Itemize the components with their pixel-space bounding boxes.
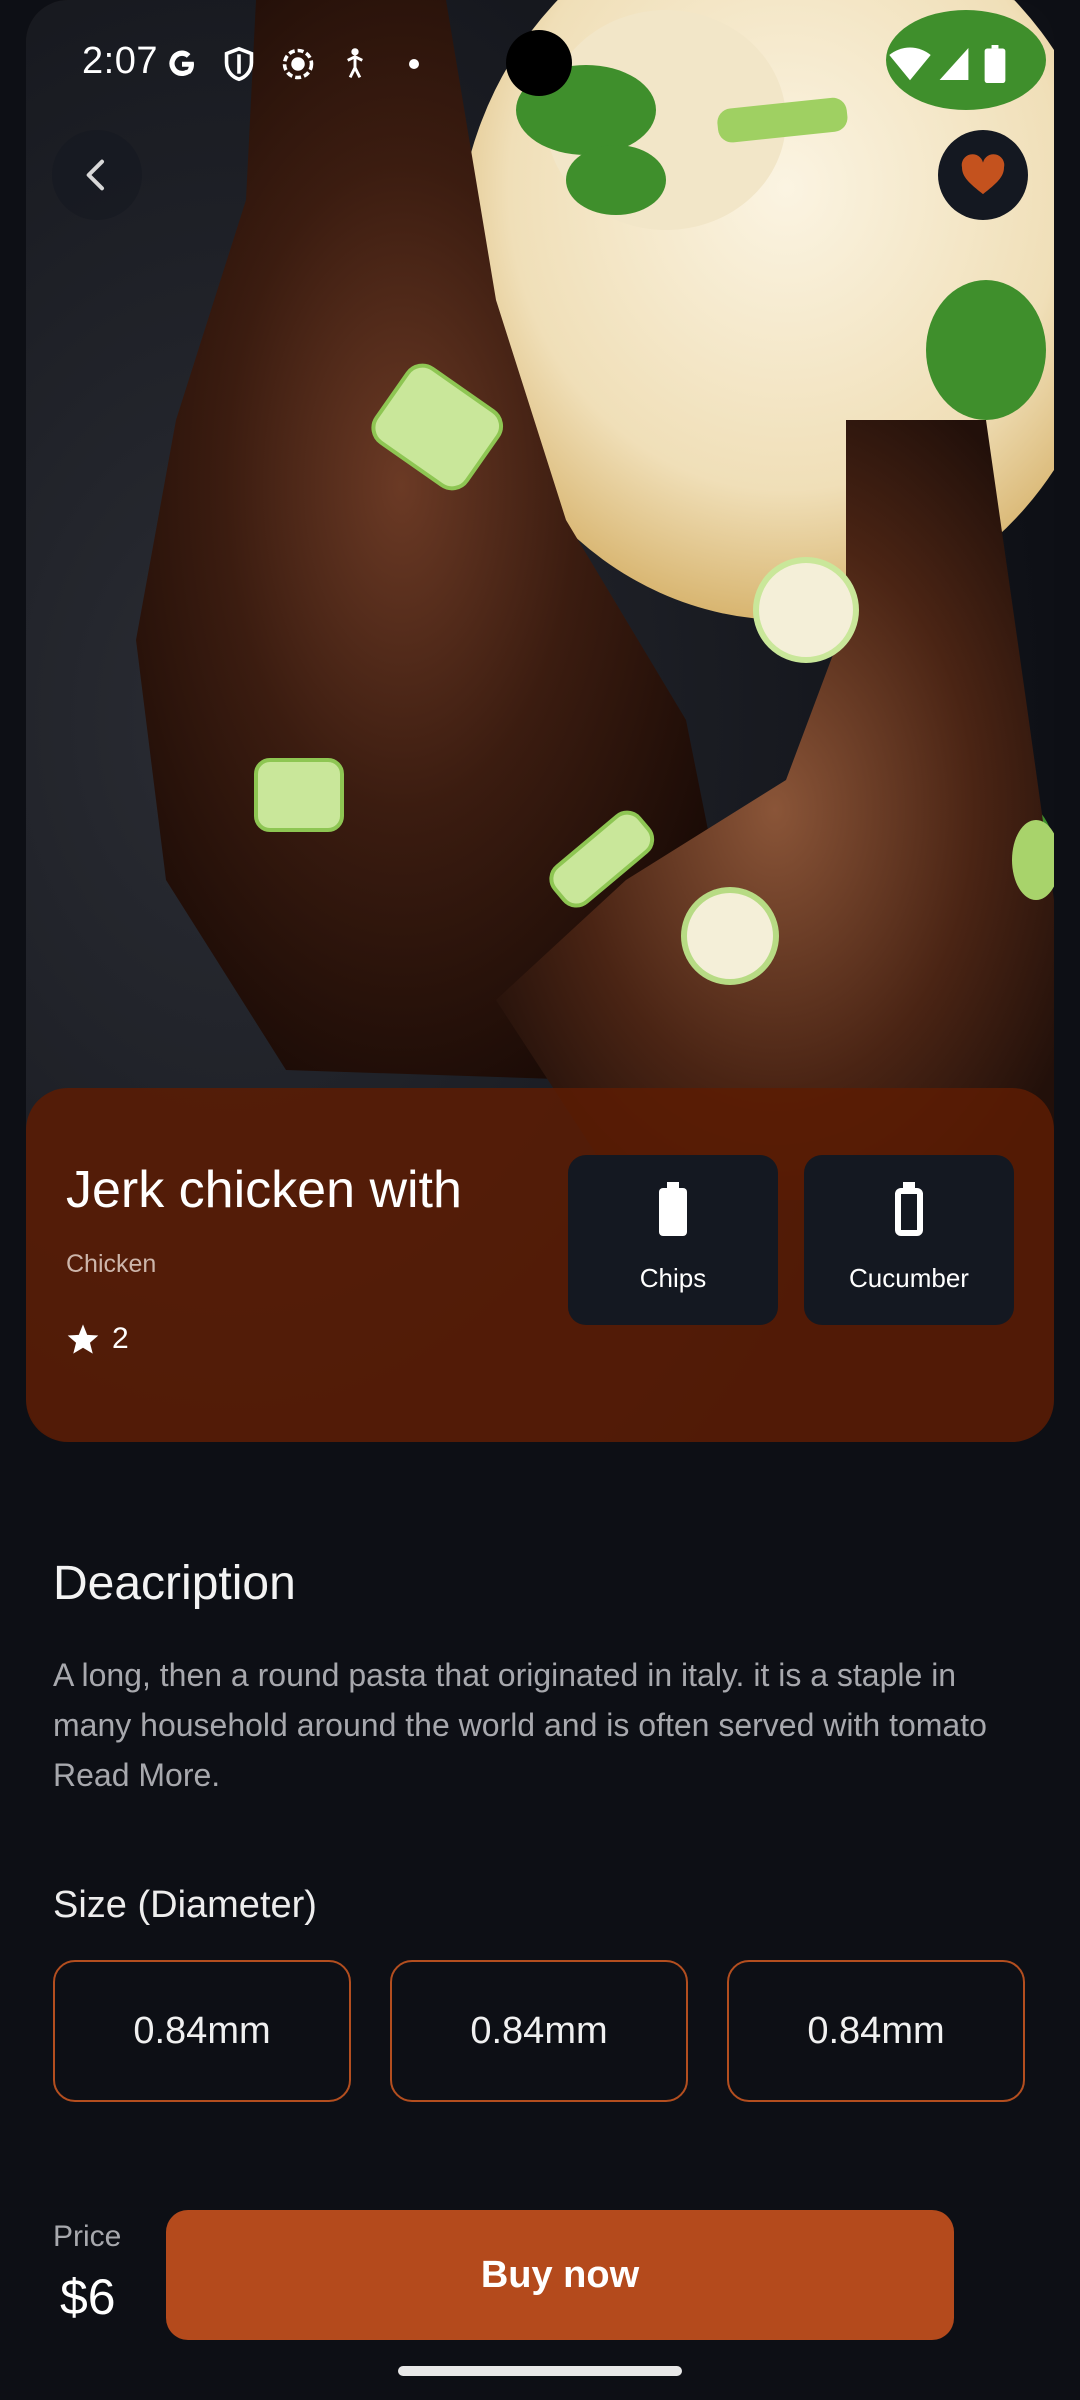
size-option[interactable]: 0.84mm: [390, 1960, 688, 2102]
size-heading: Size (Diameter): [53, 1884, 317, 1926]
status-bar: 2:07: [0, 0, 1080, 120]
ingredient-label: Chips: [639, 1263, 707, 1293]
size-option[interactable]: 0.84mm: [727, 1960, 1025, 2102]
battery-icon: [984, 44, 1006, 84]
price-label: Price: [53, 2220, 122, 2253]
ingredient-card-cucumber[interactable]: Cucumber: [804, 1155, 1014, 1325]
battery-full-icon: [659, 1181, 687, 1237]
favorite-button[interactable]: [938, 130, 1028, 220]
chevron-left-icon: [86, 159, 104, 191]
screen-record-icon: [280, 44, 316, 84]
price-value: $6: [60, 2269, 116, 2325]
home-indicator[interactable]: [398, 2366, 682, 2376]
dish-title: Jerk chicken with: [66, 1161, 462, 1219]
buy-now-button[interactable]: Buy now: [166, 2210, 954, 2340]
front-camera: [506, 30, 572, 96]
shield-icon: [222, 44, 256, 84]
description-text: A long, then a round pasta that originat…: [53, 1657, 987, 1793]
back-button[interactable]: [52, 130, 142, 220]
ingredient-label: Cucumber: [849, 1263, 969, 1293]
rating-value: 2: [112, 1322, 129, 1355]
heart-icon: [961, 154, 1005, 195]
google-g-icon: [164, 44, 200, 84]
rating: 2: [66, 1322, 129, 1356]
dot-icon: [408, 44, 420, 84]
product-detail-screen: 2:07 Jerk chicken with Chicken 2 Chips C…: [0, 0, 1080, 2400]
size-option[interactable]: 0.84mm: [53, 1960, 351, 2102]
status-time: 2:07: [82, 40, 158, 82]
battery-empty-icon: [895, 1181, 923, 1237]
ingredient-card-chips[interactable]: Chips: [568, 1155, 778, 1325]
wifi-icon: [888, 44, 932, 84]
description-heading: Deacription: [53, 1557, 296, 1610]
signal-icon: [938, 44, 970, 84]
accessibility-icon: [340, 44, 370, 84]
star-icon: [67, 1324, 99, 1354]
dish-category: Chicken: [66, 1250, 157, 1278]
